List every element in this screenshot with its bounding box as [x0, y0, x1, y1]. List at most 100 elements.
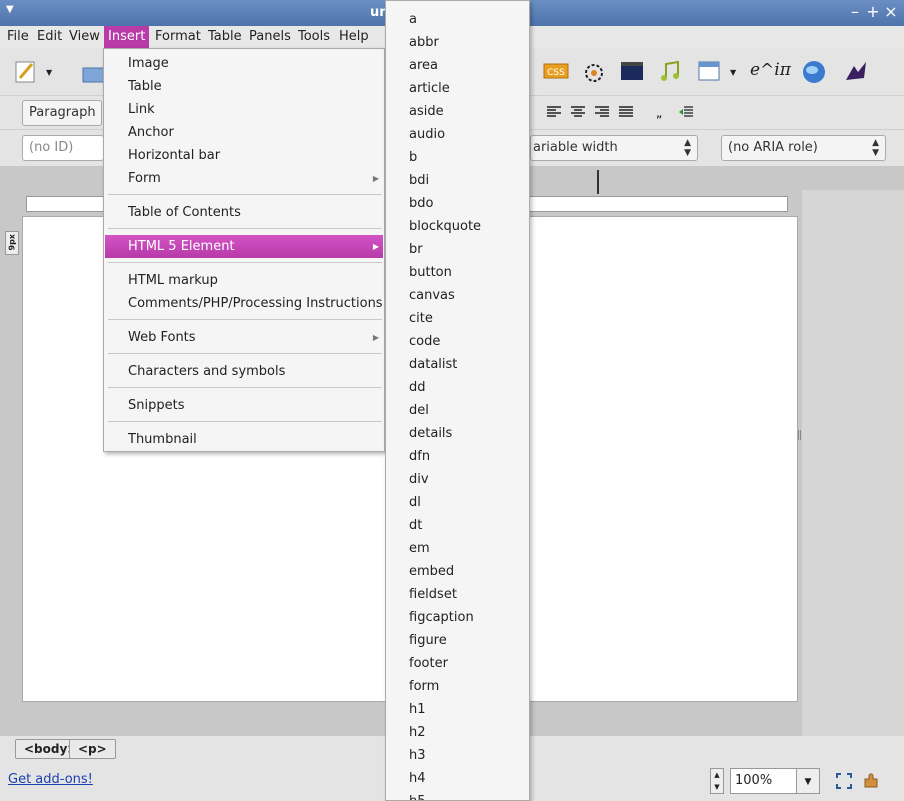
window-dropdown-icon[interactable]: ▼	[730, 68, 736, 77]
close-icon[interactable]: ×	[882, 3, 900, 21]
menu-view[interactable]: View	[65, 26, 104, 48]
kompozer-dragon-icon[interactable]	[842, 58, 870, 86]
insert-table-of-contents[interactable]: Table of Contents	[105, 201, 383, 224]
menu-separator	[108, 262, 382, 263]
insert-form[interactable]: Form ▶	[105, 167, 383, 190]
align-right-icon[interactable]	[594, 105, 610, 119]
insert-html5-element[interactable]: HTML 5 Element ▶	[105, 235, 383, 258]
id-field[interactable]: (no ID)	[22, 135, 104, 161]
math-icon[interactable]: e^iπ	[750, 60, 791, 80]
menu-help[interactable]: Help	[335, 26, 373, 48]
insert-web-fonts[interactable]: Web Fonts ▶	[105, 326, 383, 349]
html5-element-item[interactable]: dt	[409, 514, 422, 537]
insert-anchor[interactable]: Anchor	[105, 121, 383, 144]
svg-text:„: „	[656, 106, 662, 119]
html5-element-item[interactable]: dfn	[409, 445, 430, 468]
html5-element-item[interactable]: h5	[409, 790, 426, 800]
zoom-dropdown-icon[interactable]: ▼	[796, 768, 820, 794]
menu-file[interactable]: File	[3, 26, 33, 48]
html5-element-item[interactable]: area	[409, 54, 438, 77]
zoom-spin-icon[interactable]: ▲ ▼	[710, 768, 724, 794]
html5-element-item[interactable]: a	[409, 8, 417, 31]
align-left-icon[interactable]	[546, 105, 562, 119]
html5-element-item[interactable]: audio	[409, 123, 445, 146]
menu-panels[interactable]: Panels	[245, 26, 295, 48]
insert-table[interactable]: Table	[105, 75, 383, 98]
html5-element-item[interactable]: h2	[409, 721, 426, 744]
new-dropdown-icon[interactable]: ▼	[46, 68, 52, 77]
html5-element-item[interactable]: h4	[409, 767, 426, 790]
html5-element-item[interactable]: blockquote	[409, 215, 481, 238]
width-select-spin-icon: ▲ ▼	[684, 138, 691, 158]
html5-element-item[interactable]: figcaption	[409, 606, 474, 629]
fullscreen-icon[interactable]	[836, 773, 852, 789]
menu-insert[interactable]: Insert	[104, 26, 150, 48]
insert-characters-symbols[interactable]: Characters and symbols	[105, 360, 383, 383]
outdent-icon[interactable]	[678, 105, 694, 119]
menu-separator	[108, 387, 382, 388]
html5-element-item[interactable]: abbr	[409, 31, 439, 54]
window-menu-icon[interactable]: ▼	[6, 4, 14, 15]
html5-element-item[interactable]: del	[409, 399, 429, 422]
html5-element-item[interactable]: dl	[409, 491, 421, 514]
insert-comments-php[interactable]: Comments/PHP/Processing Instructions	[105, 292, 383, 315]
splitter-handle[interactable]	[798, 430, 801, 440]
html5-element-item[interactable]: h3	[409, 744, 426, 767]
html5-element-item[interactable]: figure	[409, 629, 447, 652]
css-icon[interactable]: CSS	[542, 58, 570, 86]
paragraph-format-select[interactable]: Paragraph	[22, 100, 102, 126]
html5-element-item[interactable]: fieldset	[409, 583, 457, 606]
insert-image[interactable]: Image	[105, 52, 383, 75]
minimize-icon[interactable]: –	[846, 3, 864, 21]
html5-element-item[interactable]: b	[409, 146, 417, 169]
puzzle-icon[interactable]	[862, 772, 880, 790]
window-icon[interactable]	[696, 58, 724, 86]
insert-link[interactable]: Link	[105, 98, 383, 121]
html5-element-item[interactable]: br	[409, 238, 423, 261]
menu-table[interactable]: Table	[204, 26, 246, 48]
html5-element-item[interactable]: embed	[409, 560, 454, 583]
menu-edit[interactable]: Edit	[33, 26, 66, 48]
maximize-icon[interactable]: +	[864, 3, 882, 21]
html5-element-item[interactable]: article	[409, 77, 450, 100]
new-document-icon[interactable]	[12, 58, 40, 86]
audio-icon[interactable]	[656, 58, 684, 86]
menu-format[interactable]: Format	[151, 26, 205, 48]
align-justify-icon[interactable]	[618, 105, 634, 119]
html5-element-item[interactable]: code	[409, 330, 440, 353]
breadcrumb-p[interactable]: <p>	[69, 739, 116, 759]
vertical-ruler[interactable]: 9px	[5, 231, 19, 255]
insert-html-markup[interactable]: HTML markup	[105, 269, 383, 292]
aria-role-value: (no ARIA role)	[728, 140, 818, 155]
html5-element-item[interactable]: cite	[409, 307, 433, 330]
html5-element-item[interactable]: canvas	[409, 284, 455, 307]
html5-element-item[interactable]: em	[409, 537, 430, 560]
insert-snippets[interactable]: Snippets	[105, 394, 383, 417]
insert-horizontal-bar[interactable]: Horizontal bar	[105, 144, 383, 167]
menu-tools[interactable]: Tools	[294, 26, 334, 48]
video-icon[interactable]	[618, 58, 646, 86]
html5-element-item[interactable]: dd	[409, 376, 426, 399]
html5-element-item[interactable]: footer	[409, 652, 448, 675]
html5-element-item[interactable]: bdo	[409, 192, 433, 215]
aria-role-select[interactable]: (no ARIA role) ▲ ▼	[721, 135, 886, 161]
html5-element-item[interactable]: bdi	[409, 169, 429, 192]
insert-thumbnail[interactable]: Thumbnail	[105, 428, 383, 451]
get-addons-link[interactable]: Get add-ons!	[8, 772, 93, 787]
align-center-icon[interactable]	[570, 105, 586, 119]
html5-element-item[interactable]: button	[409, 261, 452, 284]
insert-menu: Image Table Link Anchor Horizontal bar F…	[103, 48, 385, 452]
html5-element-item[interactable]: datalist	[409, 353, 457, 376]
globe-icon[interactable]	[800, 58, 828, 86]
html5-element-item[interactable]: h1	[409, 698, 426, 721]
width-select[interactable]: ariable width ▲ ▼	[530, 135, 698, 161]
quote-icon[interactable]: „	[654, 105, 670, 119]
flower-icon[interactable]	[580, 58, 608, 86]
zoom-value: 100%	[735, 773, 773, 788]
html5-element-item[interactable]: form	[409, 675, 439, 698]
html5-element-item[interactable]: aside	[409, 100, 444, 123]
html5-element-item[interactable]: details	[409, 422, 452, 445]
submenu-arrow-icon: ▶	[372, 242, 379, 251]
menu-separator	[108, 319, 382, 320]
html5-element-item[interactable]: div	[409, 468, 429, 491]
